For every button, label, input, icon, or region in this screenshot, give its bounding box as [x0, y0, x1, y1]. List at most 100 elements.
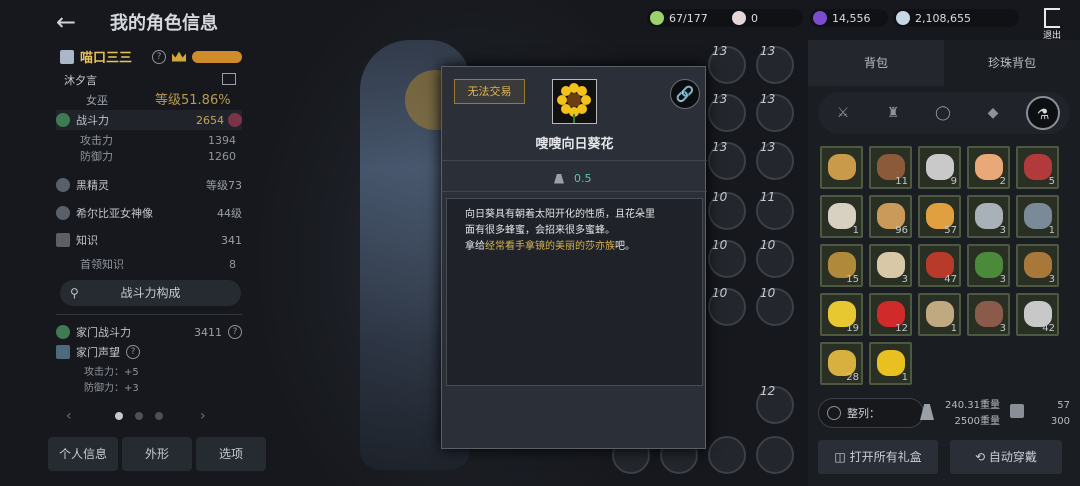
inventory-item[interactable]: 1 [869, 342, 912, 385]
inventory-item[interactable]: 11 [869, 146, 912, 189]
divider [56, 314, 242, 315]
inventory-item[interactable]: 3 [967, 244, 1010, 287]
item-count: 57 [944, 225, 957, 236]
help-icon[interactable]: ? [152, 49, 167, 64]
page-dot-active[interactable] [115, 412, 123, 420]
character-name-row: 喵口三三 ? [60, 47, 243, 66]
sort-label: 整列： [847, 407, 880, 420]
item-name: 嗖嗖向日葵花 [535, 137, 614, 152]
class-emblem-icon [60, 49, 74, 64]
link-icon[interactable]: 🔗 [670, 79, 700, 109]
refresh-icon: ⟲ [975, 450, 989, 464]
item-weight: 0.5 [574, 172, 592, 185]
sort-button[interactable]: 整列： [818, 398, 924, 428]
character-name: 喵口三三 [80, 51, 133, 66]
desc-text: 吧。 [615, 241, 635, 252]
pearl-resource: 0 [729, 9, 803, 27]
help-icon[interactable]: ? [228, 325, 242, 339]
inventory-item[interactable]: 15 [820, 244, 863, 287]
desc-text: 拿给 [465, 241, 485, 252]
equip-slot[interactable]: 13 [708, 140, 746, 180]
equip-slot[interactable]: 13 [708, 44, 746, 84]
tab-personal-info[interactable]: 个人信息 [48, 437, 118, 471]
current-weight: 240.31重量 [945, 400, 1000, 411]
banner-icon [56, 345, 70, 359]
item-count: 3 [1048, 274, 1055, 285]
equip-slot[interactable]: 10 [756, 238, 794, 278]
exit-button[interactable]: 退出 [1040, 8, 1064, 42]
ring-icon[interactable]: ◯ [926, 96, 960, 130]
open-all-gifts-button[interactable]: ◫ 打开所有礼盒 [818, 440, 938, 474]
equip-slot[interactable]: 10 [708, 190, 746, 230]
inventory-item[interactable]: 2 [967, 146, 1010, 189]
back-arrow-icon[interactable]: ← [56, 9, 86, 35]
page-dot[interactable] [155, 412, 163, 420]
equip-slot[interactable]: 12 [756, 384, 794, 424]
combat-build-button[interactable]: ⚲ 战斗力构成 [60, 280, 241, 306]
knowledge-row[interactable]: 知识 341 [56, 230, 242, 250]
inventory-item[interactable]: 9 [918, 146, 961, 189]
prev-arrow-icon[interactable]: ‹ [66, 408, 72, 424]
crown-icon [172, 51, 187, 62]
search-icon: ⚲ [70, 286, 79, 300]
equip-slot[interactable] [756, 436, 794, 474]
black-spirit-label: 黑精灵 [76, 179, 109, 192]
inventory-item[interactable]: 57 [918, 195, 961, 238]
item-count: 1 [901, 372, 908, 383]
inventory-item[interactable]: 96 [869, 195, 912, 238]
next-arrow-icon[interactable]: › [200, 408, 206, 424]
page-dot[interactable] [135, 412, 143, 420]
combat-power-row: 战斗力 2654 [56, 110, 242, 130]
equip-slot[interactable] [708, 436, 746, 474]
item-count: 2 [999, 176, 1006, 187]
inventory-item[interactable]: 3 [967, 293, 1010, 336]
item-count: 1 [950, 323, 957, 334]
inventory-item[interactable]: 1 [820, 195, 863, 238]
goddess-row[interactable]: 希尔比亚女神像 44级 [56, 203, 242, 223]
exit-icon [1044, 8, 1060, 28]
equip-slot[interactable]: 13 [756, 44, 794, 84]
defense-label: 防御力 [80, 150, 113, 163]
inventory-item[interactable]: 3 [967, 195, 1010, 238]
inventory-item[interactable]: 42 [1016, 293, 1059, 336]
help-icon[interactable]: ? [126, 345, 140, 359]
inventory-item[interactable]: 3 [1016, 244, 1059, 287]
black-spirit-row[interactable]: 黑精灵 等级73 [56, 175, 242, 195]
equip-slot[interactable]: 11 [756, 190, 794, 230]
inventory-item[interactable]: 1 [918, 293, 961, 336]
inventory-item[interactable] [820, 146, 863, 189]
share-icon[interactable] [222, 73, 236, 85]
equip-slot[interactable]: 13 [756, 92, 794, 132]
equip-slot[interactable]: 10 [708, 238, 746, 278]
inventory-item[interactable]: 19 [820, 293, 863, 336]
potion-icon[interactable]: ⚗ [1026, 96, 1060, 130]
inventory-item[interactable]: 28 [820, 342, 863, 385]
goddess-label: 希尔比亚女神像 [76, 207, 153, 220]
inventory-item[interactable]: 3 [869, 244, 912, 287]
equip-slot[interactable]: 10 [756, 286, 794, 326]
armor-icon[interactable]: ♜ [876, 96, 910, 130]
gem-icon[interactable]: ◆ [976, 96, 1010, 130]
auto-equip-button[interactable]: ⟲ 自动穿戴 [950, 440, 1062, 474]
inventory-item[interactable]: 47 [918, 244, 961, 287]
slot-level: 13 [760, 92, 776, 106]
combat-value: 2654 [196, 113, 224, 127]
knowledge-value: 341 [221, 233, 242, 247]
energy-icon [650, 11, 664, 25]
crossed-swords-icon[interactable]: ⚔ [826, 96, 860, 130]
divider [442, 191, 707, 192]
tab-inventory[interactable]: 背包 [808, 40, 944, 86]
tab-options[interactable]: 选项 [196, 437, 266, 471]
inventory-item[interactable]: 12 [869, 293, 912, 336]
equip-slot[interactable]: 13 [708, 92, 746, 132]
slot-level: 10 [760, 238, 776, 252]
slot-level: 10 [712, 286, 728, 300]
tab-appearance[interactable]: 外形 [122, 437, 192, 471]
inventory-item[interactable]: 1 [1016, 195, 1059, 238]
inventory-item[interactable]: 5 [1016, 146, 1059, 189]
tab-pearl-inventory[interactable]: 珍珠背包 [944, 40, 1080, 86]
equip-slot[interactable]: 10 [708, 286, 746, 326]
untradable-tag: 无法交易 [454, 79, 525, 104]
equip-slot[interactable]: 13 [756, 140, 794, 180]
item-count: 5 [1048, 176, 1055, 187]
